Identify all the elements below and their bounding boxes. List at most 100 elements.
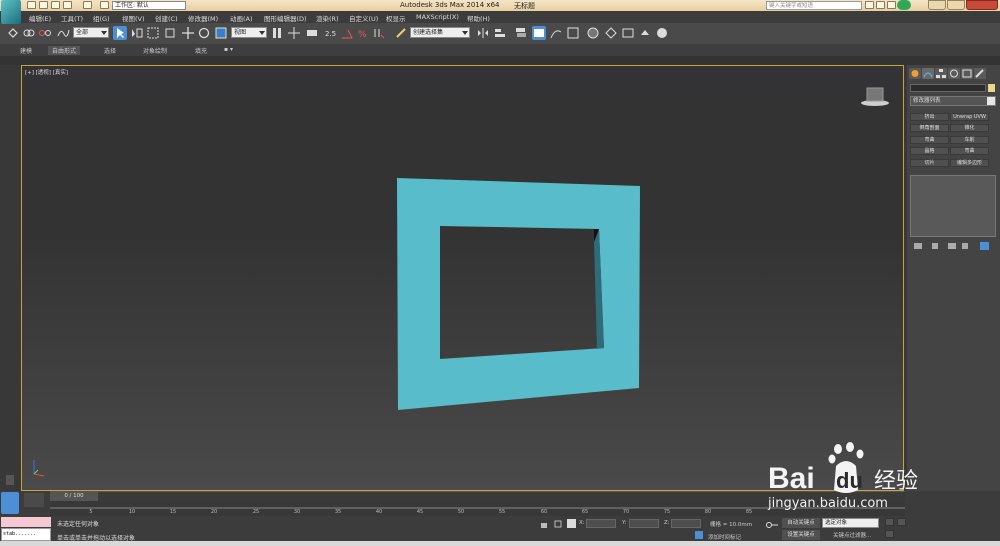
- absolute-mode-icon[interactable]: [567, 519, 576, 528]
- favorites-icon[interactable]: [887, 1, 896, 9]
- key-filters-button[interactable]: 关键点过滤器...: [833, 531, 871, 539]
- pivot-center-icon[interactable]: [270, 26, 284, 40]
- bind-spacewarp-icon[interactable]: [56, 26, 70, 40]
- render-production-icon[interactable]: [638, 26, 652, 40]
- modifier-button[interactable]: 车削: [950, 136, 989, 144]
- menu-animation[interactable]: 动画(A): [230, 13, 253, 23]
- key-mode-icon[interactable]: [885, 530, 894, 538]
- menu-group[interactable]: 组(G): [93, 13, 110, 23]
- display-tab-icon[interactable]: [961, 68, 973, 79]
- menu-graph-editors[interactable]: 图形编辑器(D): [264, 13, 307, 23]
- menu-customize[interactable]: 自定义(U): [349, 13, 378, 23]
- menu-civil-view[interactable]: 权显示: [386, 13, 406, 23]
- graphite-ribbon-icon[interactable]: [532, 26, 546, 40]
- ribbon-tab-object-paint[interactable]: 对象绘制: [143, 46, 167, 55]
- rectangular-selection-icon[interactable]: [146, 26, 160, 40]
- modifier-button[interactable]: Unwrap UVW: [950, 113, 989, 121]
- layer-manager-icon[interactable]: [514, 26, 528, 40]
- percent-snap-icon[interactable]: %: [356, 26, 370, 40]
- minimize-button[interactable]: [928, 0, 946, 10]
- link-icon[interactable]: [22, 26, 36, 40]
- modifier-button[interactable]: 倒角剖面: [910, 124, 949, 132]
- menu-edit[interactable]: 编辑(E): [29, 13, 51, 23]
- time-config-icon[interactable]: [24, 493, 44, 507]
- set-key-button[interactable]: 设置关键点: [782, 530, 820, 540]
- menu-help[interactable]: 帮助(H): [467, 13, 490, 23]
- x-coordinate-field[interactable]: [586, 519, 616, 528]
- motion-tab-icon[interactable]: [948, 68, 960, 79]
- modifier-button[interactable]: 编辑多边形: [950, 159, 989, 167]
- menu-rendering[interactable]: 渲染(R): [316, 13, 339, 23]
- align-icon[interactable]: [493, 26, 507, 40]
- redo-icon[interactable]: [83, 1, 92, 9]
- menu-views[interactable]: 视图(V): [122, 13, 145, 23]
- search-input[interactable]: 键入关键字或短语: [766, 1, 862, 10]
- ribbon-options-icon[interactable]: ▪ ▾: [224, 46, 233, 53]
- scale-icon[interactable]: [214, 26, 228, 40]
- mirror-icon[interactable]: [476, 26, 490, 40]
- open-file-icon[interactable]: [39, 1, 48, 9]
- object-color-swatch[interactable]: [988, 84, 995, 92]
- window-crossing-icon[interactable]: [163, 26, 177, 40]
- lock-selection-icon[interactable]: [540, 520, 548, 528]
- expand-panel-icon[interactable]: [6, 475, 14, 485]
- ribbon-tab-populate[interactable]: 填充: [195, 46, 207, 55]
- named-selection-dropdown[interactable]: 创建选择集: [410, 27, 470, 38]
- modifier-stack[interactable]: [910, 175, 996, 237]
- selection-filter-dropdown[interactable]: 全部: [73, 27, 109, 38]
- snap-toggle-icon[interactable]: 2.5: [324, 26, 338, 40]
- new-file-icon[interactable]: [27, 1, 36, 9]
- schematic-view-icon[interactable]: [566, 26, 580, 40]
- undo-tool-icon[interactable]: [6, 26, 20, 40]
- workspace-dropdown[interactable]: 工作区: 默认: [112, 1, 186, 10]
- keyboard-shortcut-icon[interactable]: [305, 26, 319, 40]
- select-manipulate-icon[interactable]: [287, 26, 301, 40]
- project-folder-icon[interactable]: [100, 1, 109, 9]
- ribbon-tab-freeform[interactable]: 自由形式: [48, 46, 81, 55]
- unlink-icon[interactable]: [38, 26, 52, 40]
- rotate-icon[interactable]: [197, 26, 211, 40]
- undo-icon[interactable]: [63, 1, 72, 9]
- edit-named-selection-icon[interactable]: [394, 26, 408, 40]
- time-tag-icon[interactable]: [695, 531, 703, 539]
- menu-tools[interactable]: 工具(T): [61, 13, 83, 23]
- rendered-frame-icon[interactable]: [621, 26, 635, 40]
- maxscript-input[interactable]: stab.......: [1, 528, 51, 541]
- modifier-button[interactable]: 弯曲: [950, 147, 989, 155]
- move-icon[interactable]: [181, 26, 195, 40]
- render-cloud-icon[interactable]: [655, 26, 669, 40]
- modifier-button[interactable]: 切片: [910, 159, 949, 167]
- curve-editor-icon[interactable]: [549, 26, 563, 40]
- perspective-viewport[interactable]: [+] [透视] [真实]: [21, 65, 904, 491]
- close-button[interactable]: [966, 0, 998, 10]
- menu-maxscript[interactable]: MAXScript(X): [416, 13, 459, 21]
- infocenter-icon[interactable]: [876, 1, 885, 9]
- modifier-button[interactable]: 弯曲: [910, 136, 949, 144]
- modifier-button[interactable]: 锥化: [950, 124, 989, 132]
- maxscript-listener[interactable]: [1, 517, 51, 527]
- isolate-icon[interactable]: [554, 520, 562, 528]
- time-slider-thumb[interactable]: 0 / 100: [50, 492, 98, 501]
- render-setup-icon[interactable]: [604, 26, 618, 40]
- modifier-list-dropdown[interactable]: 修改器列表: [910, 96, 996, 106]
- modifier-button[interactable]: 晶格: [910, 147, 949, 155]
- search-icon[interactable]: [865, 1, 874, 9]
- modify-tab-icon[interactable]: [922, 68, 934, 79]
- material-editor-icon[interactable]: [586, 26, 600, 40]
- z-coordinate-field[interactable]: [671, 519, 701, 528]
- app-logo-icon[interactable]: [1, 0, 21, 24]
- mini-curve-editor-icon[interactable]: [1, 492, 19, 514]
- y-coordinate-field[interactable]: [629, 519, 659, 528]
- spinner-snap-icon[interactable]: [372, 26, 386, 40]
- utilities-tab-icon[interactable]: [974, 68, 986, 79]
- angle-snap-icon[interactable]: [340, 26, 354, 40]
- add-time-tag[interactable]: 添加时间标记: [708, 533, 741, 541]
- modifier-button[interactable]: 挤出: [910, 113, 949, 121]
- create-tab-icon[interactable]: [909, 68, 921, 79]
- save-file-icon[interactable]: [51, 1, 60, 9]
- key-icon[interactable]: [766, 521, 778, 529]
- maximize-button[interactable]: [947, 0, 965, 10]
- reference-coordinate-dropdown[interactable]: 视图: [231, 27, 267, 38]
- select-by-name-icon[interactable]: [129, 26, 143, 40]
- menu-modifiers[interactable]: 修改器(M): [188, 13, 218, 23]
